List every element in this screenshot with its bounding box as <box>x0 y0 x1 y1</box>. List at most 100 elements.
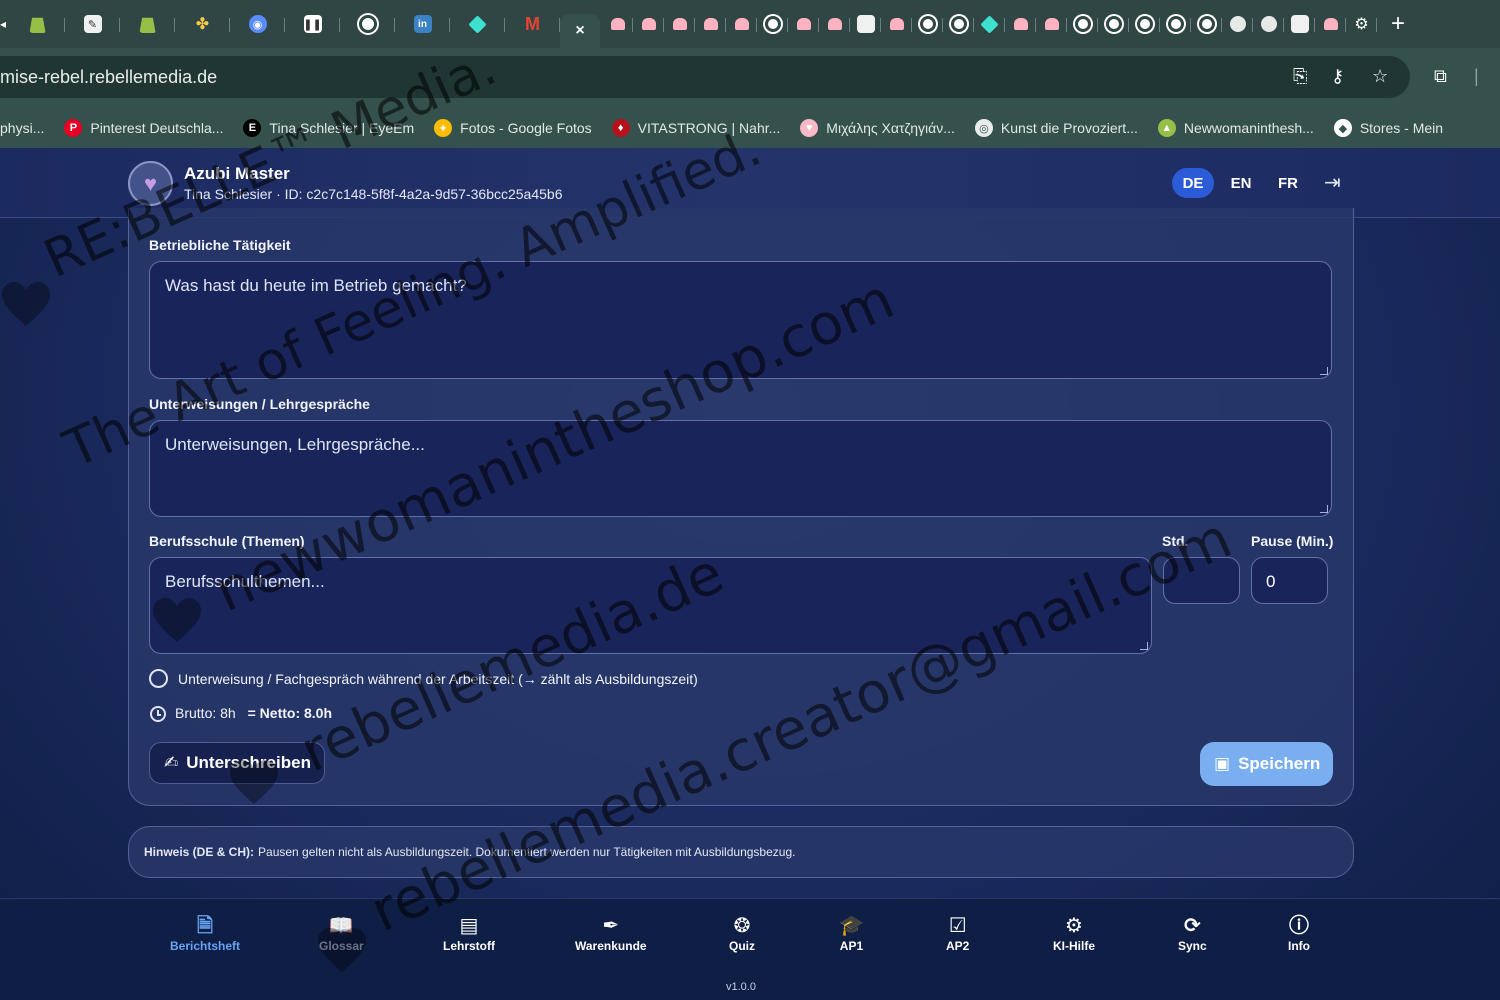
bookmark-item[interactable]: P Pinterest Deutschla... <box>64 119 223 137</box>
browser-tab[interactable]: M <box>505 7 560 41</box>
browser-tab[interactable] <box>664 7 695 41</box>
circle-app-icon: ◉ <box>248 15 267 33</box>
activity-textarea[interactable]: Was hast du heute im Betrieb gemacht? <box>149 261 1332 379</box>
browser-tab[interactable] <box>850 7 881 41</box>
bookmark-favicon-icon: ◎ <box>974 119 993 137</box>
lang-button-en[interactable]: EN <box>1220 168 1262 198</box>
sign-button-label: Unterschreiben <box>186 753 311 772</box>
tab-scroll-arrow-icon[interactable]: ◂ <box>0 17 10 31</box>
star-icon[interactable]: ☆ <box>1372 66 1388 87</box>
browser-tab[interactable] <box>1036 7 1067 41</box>
browser-tab[interactable] <box>1315 7 1346 41</box>
graduation-cap-icon: 🎓 <box>839 915 864 937</box>
browser-tab[interactable] <box>1222 7 1253 41</box>
school-textarea[interactable]: Berufsschulthemen... <box>149 557 1152 654</box>
github-icon <box>950 16 967 32</box>
logout-icon[interactable]: ⇥ <box>1324 170 1341 195</box>
bookmark-item[interactable]: ▲ Newwomaninthesh... <box>1157 119 1314 137</box>
heart-icon <box>734 18 749 30</box>
hint-title: Hinweis (DE & CH): <box>144 845 255 859</box>
browser-tab[interactable] <box>1005 7 1036 41</box>
nav-item-ki-hilfe[interactable]: ⚙ KI-Hilfe <box>1053 913 1095 953</box>
browser-tab[interactable] <box>881 7 912 41</box>
app-root: ♥ Azubi Master Tina Schlesier · ID: c2c7… <box>0 148 1500 1000</box>
browser-tab[interactable] <box>757 7 788 41</box>
browser-tab[interactable] <box>1098 7 1129 41</box>
key-icon[interactable]: ⚷ <box>1331 66 1344 87</box>
browser-tab[interactable] <box>10 7 65 41</box>
lang-button-fr[interactable]: FR <box>1267 168 1309 198</box>
new-tab-button[interactable]: + <box>1391 10 1405 38</box>
lang-button-de[interactable]: DE <box>1172 168 1214 198</box>
sign-button[interactable]: ✍ Unterschreiben <box>149 742 325 784</box>
instructions-textarea[interactable]: Unterweisungen, Lehrgespräche... <box>149 420 1332 517</box>
bookmark-item[interactable]: E Tina Schlesier | EyeEm <box>243 119 414 137</box>
bookmark-label: VITASTRONG | Nahr... <box>637 120 781 136</box>
heart-icon <box>1323 18 1338 30</box>
browser-tab[interactable] <box>943 7 974 41</box>
browser-tab[interactable] <box>912 7 943 41</box>
nav-item-berichtsheft[interactable]: 🗎 Berichtsheft <box>170 913 240 953</box>
browser-tab[interactable] <box>450 7 505 41</box>
browser-tab[interactable]: ⚙ <box>1346 7 1377 41</box>
browser-tab[interactable] <box>726 7 757 41</box>
pinned-tab-group: ⚙ <box>602 7 1377 41</box>
hours-input[interactable] <box>1163 557 1240 604</box>
pause-input[interactable]: 0 <box>1251 557 1328 604</box>
bookmark-item[interactable]: physi... <box>0 120 44 136</box>
nav-item-sync[interactable]: ⟳ Sync <box>1178 913 1207 953</box>
nav-item-glossar[interactable]: 📖 Glossar <box>319 913 364 953</box>
heart-icon <box>610 18 625 30</box>
nav-item-lehrstoff[interactable]: ▤ Lehrstoff <box>443 913 495 953</box>
net-time: Netto: 8.0h <box>259 705 333 721</box>
install-app-icon[interactable]: ⎘ <box>1293 66 1307 87</box>
browser-tab[interactable] <box>1191 7 1222 41</box>
browser-tab[interactable] <box>819 7 850 41</box>
browser-tab[interactable] <box>340 7 395 41</box>
browser-tab[interactable]: in <box>395 7 450 41</box>
browser-tab[interactable] <box>1129 7 1160 41</box>
bookmark-item[interactable]: ♦ VITASTRONG | Nahr... <box>611 119 781 137</box>
bookmark-item[interactable]: ♥ Μιχάλης Χατζηγιάν... <box>800 119 955 137</box>
nav-item-info[interactable]: ⓘ Info <box>1288 913 1310 953</box>
brain-icon: ❂ <box>733 915 751 937</box>
browser-tab[interactable] <box>120 7 175 41</box>
browser-tab[interactable] <box>602 7 633 41</box>
browser-tab[interactable] <box>1160 7 1191 41</box>
github-icon <box>764 16 781 32</box>
heart-icon <box>796 18 811 30</box>
nav-item-ap2[interactable]: ☑ AP2 <box>946 913 969 953</box>
browser-tab[interactable]: ✎ <box>65 7 120 41</box>
instructions-placeholder: Unterweisungen, Lehrgespräche... <box>165 435 425 454</box>
save-button[interactable]: ▣ Speichern <box>1200 742 1333 786</box>
nav-item-ap1[interactable]: 🎓 AP1 <box>839 913 864 953</box>
extensions-icon[interactable]: ⧉ <box>1434 66 1447 87</box>
nav-item-warenkunde[interactable]: ✒ Warenkunde <box>575 913 647 953</box>
browser-tab[interactable]: ✤ <box>175 7 230 41</box>
browser-tab[interactable] <box>695 7 726 41</box>
nav-item-quiz[interactable]: ❂ Quiz <box>729 913 755 953</box>
close-icon[interactable]: × <box>575 22 584 40</box>
browser-tab[interactable] <box>788 7 819 41</box>
heart-icon <box>672 18 687 30</box>
browser-tab[interactable] <box>1067 7 1098 41</box>
divider: | <box>1474 66 1479 86</box>
browser-tab[interactable]: ◉ <box>230 7 285 41</box>
browser-tab-active[interactable]: × <box>560 14 600 48</box>
browser-tab[interactable] <box>633 7 664 41</box>
hours-label: Std. <box>1162 533 1189 549</box>
bookmark-label: Tina Schlesier | EyeEm <box>269 120 415 136</box>
book-icon: 📖 <box>328 915 354 937</box>
url-field[interactable]: mise-rebel.rebellemedia.de <box>0 56 1410 98</box>
browser-tab[interactable]: ❚❚ <box>285 7 340 41</box>
bookmark-item[interactable]: ✦ Fotos - Google Fotos <box>434 119 592 137</box>
instruction-during-work-checkbox[interactable] <box>149 669 168 688</box>
browser-tab[interactable] <box>1284 7 1315 41</box>
github-icon <box>919 16 936 32</box>
bookmark-item[interactable]: ◎ Kunst die Provoziert... <box>974 119 1138 137</box>
browser-tab[interactable] <box>974 7 1005 41</box>
bookmark-item[interactable]: ◆ Stores - Mein <box>1333 119 1443 137</box>
browser-tab[interactable] <box>1253 7 1284 41</box>
diamond-icon <box>980 14 999 34</box>
nav-label: Warenkunde <box>575 939 647 953</box>
